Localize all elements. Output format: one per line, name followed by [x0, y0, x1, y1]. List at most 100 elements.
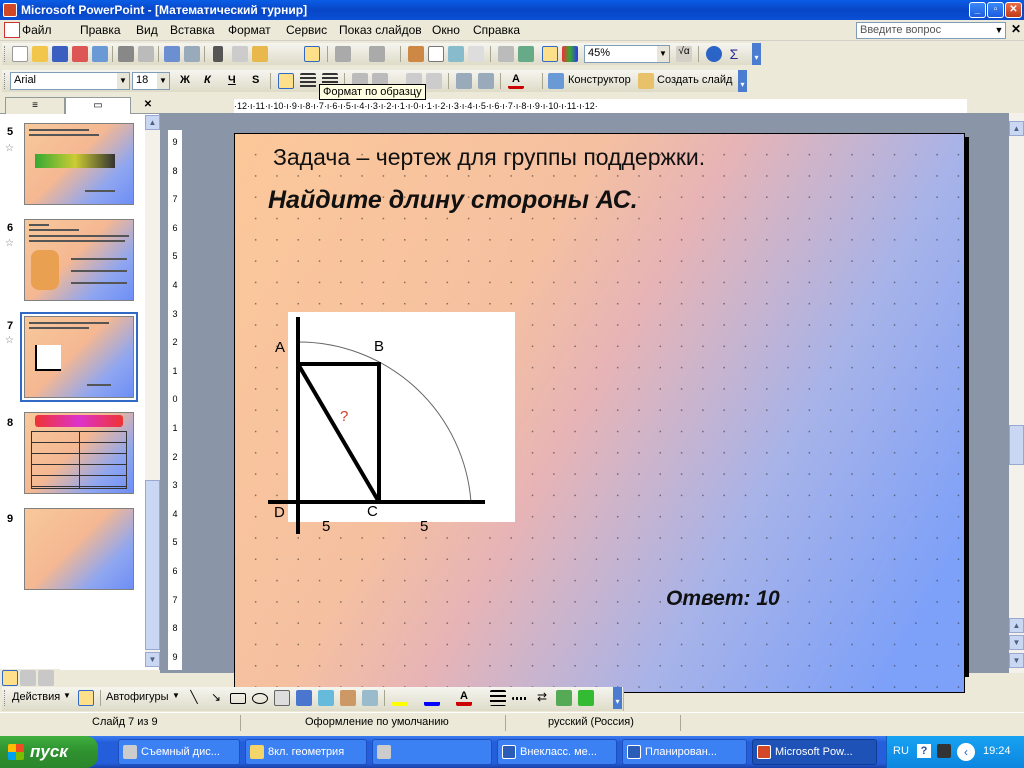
menu-format[interactable]: Формат: [228, 23, 271, 37]
select-objects-icon[interactable]: [78, 690, 94, 706]
insert-table-icon[interactable]: [428, 46, 444, 62]
scroll-down-icon[interactable]: ▼: [1009, 653, 1024, 668]
thumbnail-slide-7[interactable]: [20, 312, 138, 402]
spelling-icon[interactable]: [164, 46, 180, 62]
menu-view[interactable]: Вид: [136, 23, 158, 37]
volume-icon[interactable]: [937, 744, 951, 758]
line-style-icon[interactable]: [490, 690, 506, 706]
cut-icon[interactable]: [213, 46, 223, 62]
open-icon[interactable]: [32, 46, 48, 62]
font-color-icon[interactable]: A: [508, 73, 524, 89]
oval-icon[interactable]: [252, 693, 268, 704]
scroll-up-icon[interactable]: ▲: [1009, 121, 1024, 136]
font-size-select[interactable]: 18 ▼: [132, 72, 170, 90]
thumbnail-slide-9[interactable]: [24, 508, 134, 590]
undo-icon[interactable]: [335, 46, 351, 62]
3d-style-icon[interactable]: [578, 690, 594, 706]
task-word-doc-1[interactable]: Внекласс. ме...: [497, 739, 617, 765]
next-slide-icon[interactable]: ▼: [1009, 635, 1024, 650]
task-powerpoint[interactable]: Microsoft Pow...: [752, 739, 877, 765]
text-color-icon[interactable]: A: [456, 690, 472, 706]
menu-insert[interactable]: Вставка: [170, 23, 215, 37]
actions-button[interactable]: Действия: [12, 691, 60, 703]
email-icon[interactable]: [92, 46, 108, 62]
menu-tools[interactable]: Сервис: [286, 23, 327, 37]
language-indicator[interactable]: RU: [893, 745, 909, 757]
start-button[interactable]: пуск: [0, 736, 98, 768]
document-icon[interactable]: [4, 22, 20, 38]
document-close-button[interactable]: ✕: [1010, 22, 1022, 36]
thumbnail-scrollbar[interactable]: ▲ ▼: [145, 115, 160, 667]
slideshow-view-icon[interactable]: [38, 670, 54, 686]
insert-chart-icon[interactable]: [408, 46, 424, 62]
dash-style-icon[interactable]: [512, 697, 528, 700]
status-design[interactable]: Оформление по умолчанию: [305, 716, 449, 728]
print-preview-icon[interactable]: [138, 46, 154, 62]
slide-canvas[interactable]: Задача – чертеж для группы поддержки. На…: [234, 133, 965, 693]
fill-color-icon[interactable]: [392, 690, 408, 706]
decrease-font-icon[interactable]: [426, 73, 442, 89]
redo-icon[interactable]: [369, 46, 385, 62]
align-center-icon[interactable]: [300, 73, 316, 89]
task-folder[interactable]: 8кл. геометрия: [245, 739, 367, 765]
design-button[interactable]: Конструктор: [568, 74, 631, 86]
research-icon[interactable]: [184, 46, 200, 62]
decrease-indent-icon[interactable]: [456, 73, 472, 89]
arrow-icon[interactable]: ↘: [208, 690, 224, 706]
powerpoint-app-icon[interactable]: [3, 3, 17, 17]
help-search-input[interactable]: Введите вопрос: [856, 22, 1006, 39]
align-left-icon[interactable]: [278, 73, 294, 89]
help-icon[interactable]: [706, 46, 722, 62]
shadow-style-icon[interactable]: [556, 690, 572, 706]
toolbar-options-icon[interactable]: ▾: [738, 70, 747, 92]
task-word-doc-2[interactable]: Планирован...: [622, 739, 747, 765]
maximize-button[interactable]: ▫: [987, 2, 1004, 18]
new-slide-button[interactable]: Создать слайд: [657, 74, 732, 86]
design-icon[interactable]: [548, 73, 564, 89]
show-formatting-icon[interactable]: [518, 46, 534, 62]
slide-subtitle[interactable]: Найдите длину стороны АС.: [268, 186, 638, 215]
autoshapes-dropdown-icon[interactable]: ▼: [172, 691, 180, 700]
geometry-figure[interactable]: А В С D ? 5 5: [265, 309, 525, 544]
print-icon[interactable]: [118, 46, 134, 62]
line-icon[interactable]: ╲: [186, 690, 202, 706]
equation-icon[interactable]: √α: [676, 46, 692, 62]
new-icon[interactable]: [12, 46, 28, 62]
paste-icon[interactable]: [252, 46, 268, 62]
color-grayscale-icon[interactable]: [562, 46, 578, 62]
zoom-select[interactable]: 45% ▼: [584, 45, 670, 63]
scroll-down-icon[interactable]: ▼: [145, 652, 160, 667]
clock[interactable]: 19:24: [983, 745, 1011, 757]
expand-all-icon[interactable]: [498, 46, 514, 62]
diagram-icon[interactable]: [318, 690, 334, 706]
tray-expand-icon[interactable]: ‹: [957, 743, 975, 761]
new-slide-icon[interactable]: [638, 73, 654, 89]
save-icon[interactable]: [52, 46, 68, 62]
line-color-icon[interactable]: [424, 690, 440, 706]
normal-view-icon[interactable]: [2, 670, 18, 686]
wordart-icon[interactable]: [296, 690, 312, 706]
arrow-style-icon[interactable]: ⇄: [534, 690, 550, 706]
outline-tab[interactable]: ≡: [5, 97, 65, 114]
sorter-view-icon[interactable]: [20, 670, 36, 686]
textbox-icon[interactable]: [274, 690, 290, 706]
copy-icon[interactable]: [232, 46, 248, 62]
permission-icon[interactable]: [72, 46, 88, 62]
scroll-thumb[interactable]: [1009, 425, 1024, 465]
actions-dropdown-icon[interactable]: ▼: [63, 691, 71, 700]
menu-help[interactable]: Справка: [473, 23, 520, 37]
underline-button[interactable]: Ч: [228, 74, 236, 86]
scroll-up-icon[interactable]: ▲: [145, 115, 160, 130]
menu-file[interactable]: Файл: [22, 23, 52, 37]
task-unnamed[interactable]: [372, 739, 492, 765]
tables-borders-icon[interactable]: [448, 46, 464, 62]
scroll-thumb[interactable]: [145, 480, 160, 650]
bold-button[interactable]: Ж: [180, 74, 190, 86]
increase-indent-icon[interactable]: [478, 73, 494, 89]
clipart-icon[interactable]: [340, 690, 356, 706]
toolbar-options-icon[interactable]: ▾: [613, 687, 622, 709]
task-removable-disk[interactable]: Съемный дис...: [118, 739, 240, 765]
menu-edit[interactable]: Правка: [80, 23, 121, 37]
answer-text[interactable]: Ответ: 10: [666, 587, 780, 611]
slide-title[interactable]: Задача – чертеж для группы поддержки.: [273, 144, 705, 171]
